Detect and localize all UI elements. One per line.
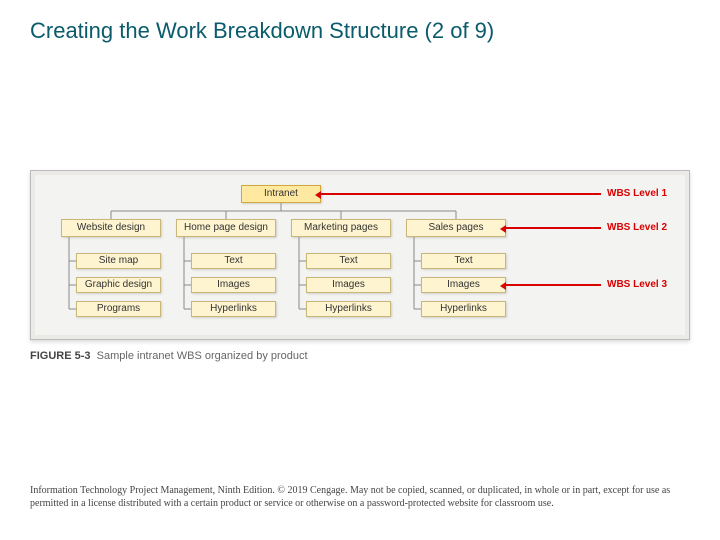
copyright-footer: Information Technology Project Managemen…: [30, 485, 690, 510]
level-arrow: [506, 284, 601, 286]
figure-caption-text: Sample intranet WBS organized by product: [97, 350, 308, 362]
level-arrow: [506, 227, 601, 229]
level-label-1: WBS Level 1: [607, 188, 667, 199]
level-label-2: WBS Level 2: [607, 222, 667, 233]
page-title: Creating the Work Breakdown Structure (2…: [30, 18, 494, 44]
figure-container: Intranet Website design Home page design…: [30, 170, 690, 362]
figure-caption: FIGURE 5-3 Sample intranet WBS organized…: [30, 350, 690, 362]
wbs-diagram: Intranet Website design Home page design…: [30, 170, 690, 340]
connector-lines: [31, 171, 691, 341]
figure-number: FIGURE 5-3: [30, 350, 91, 362]
level-label-3: WBS Level 3: [607, 279, 667, 290]
level-arrow: [321, 193, 601, 195]
